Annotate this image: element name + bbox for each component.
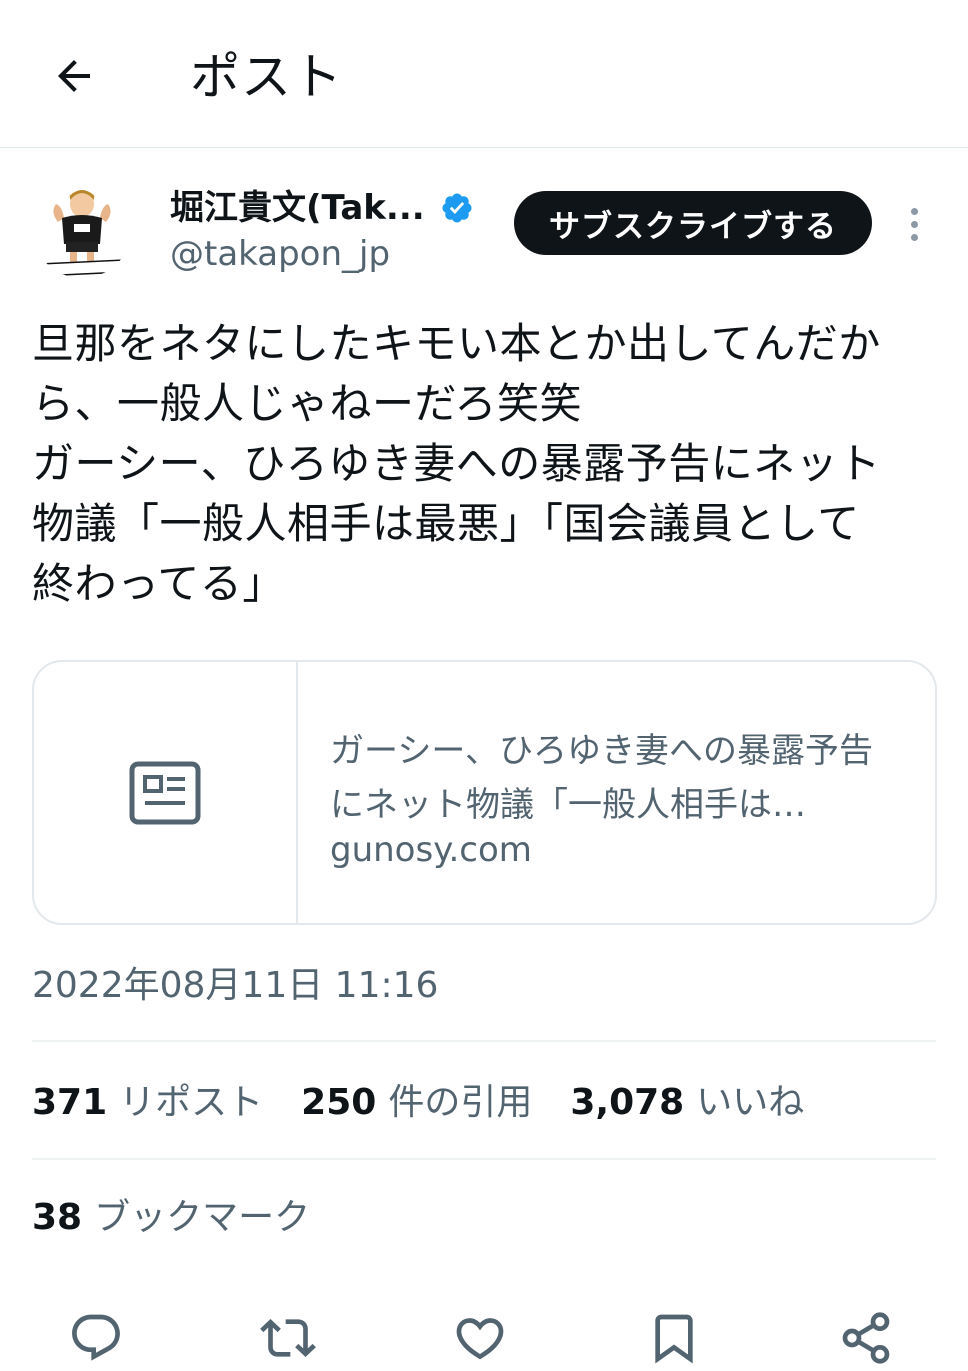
repost-icon (260, 1319, 316, 1357)
bookmarks-stat[interactable]: 38 ブックマーク (32, 1194, 310, 1242)
subscribe-button[interactable]: サブスクライブする (514, 191, 872, 255)
card-title: ガーシー、ひろゆき妻への暴露予告にネット物議「一般人相手は… (330, 731, 873, 825)
divider (32, 1040, 936, 1042)
bookmark-button[interactable] (644, 1308, 704, 1368)
divider (32, 1158, 936, 1160)
dot (910, 220, 918, 228)
tweet-timestamp[interactable]: 2022年08月11日 11:16 (32, 962, 438, 1010)
reposts-label: リポスト (119, 1082, 264, 1123)
likes-count: 3,078 (570, 1082, 685, 1123)
bookmarks-label: ブックマーク (94, 1197, 311, 1238)
likes-label: いいね (696, 1082, 805, 1123)
reposts-count: 371 (32, 1082, 108, 1123)
avatar-image (32, 178, 132, 278)
like-icon (456, 1318, 504, 1360)
back-button[interactable] (46, 48, 102, 104)
dot (910, 233, 918, 241)
article-icon (129, 761, 201, 824)
tweet-text: 旦那をネタにしたキモい本とか出してんだか ら、一般人じゃねーだろ笑笑 ガーシー、… (32, 319, 881, 608)
likes-stat[interactable]: 3,078 いいね (570, 1079, 804, 1127)
bookmark-icon (655, 1314, 693, 1364)
arrow-left-icon (58, 60, 90, 92)
page-title: ポスト (190, 48, 343, 106)
quotes-count: 250 (301, 1082, 377, 1123)
top-bar: ポスト (0, 0, 968, 148)
avatar[interactable] (32, 178, 132, 278)
more-options-icon[interactable] (896, 200, 932, 248)
reposts-stat[interactable]: 371 リポスト (32, 1079, 263, 1127)
card-thumbnail (34, 662, 298, 923)
dot (910, 207, 918, 215)
verified-badge-icon (442, 193, 472, 223)
reply-button[interactable] (66, 1308, 126, 1368)
card-domain: gunosy.com (330, 830, 532, 870)
quotes-label: 件の引用 (388, 1082, 533, 1123)
quotes-stat[interactable]: 250 件の引用 (301, 1079, 532, 1127)
share-icon (842, 1312, 890, 1364)
link-card[interactable]: ガーシー、ひろゆき妻への暴露予告にネット物議「一般人相手は… gunosy.co… (32, 660, 937, 925)
engagement-stats: 371 リポスト 250 件の引用 3,078 いいね (32, 1078, 842, 1128)
author-handle[interactable]: @takapon_jp (170, 232, 390, 276)
author-name[interactable]: 堀江貴文(Tak... (170, 186, 425, 230)
reply-icon (72, 1314, 120, 1361)
repost-button[interactable] (258, 1308, 318, 1368)
bookmarks-count: 38 (32, 1197, 83, 1238)
share-button[interactable] (836, 1308, 896, 1368)
like-button[interactable] (450, 1308, 510, 1368)
